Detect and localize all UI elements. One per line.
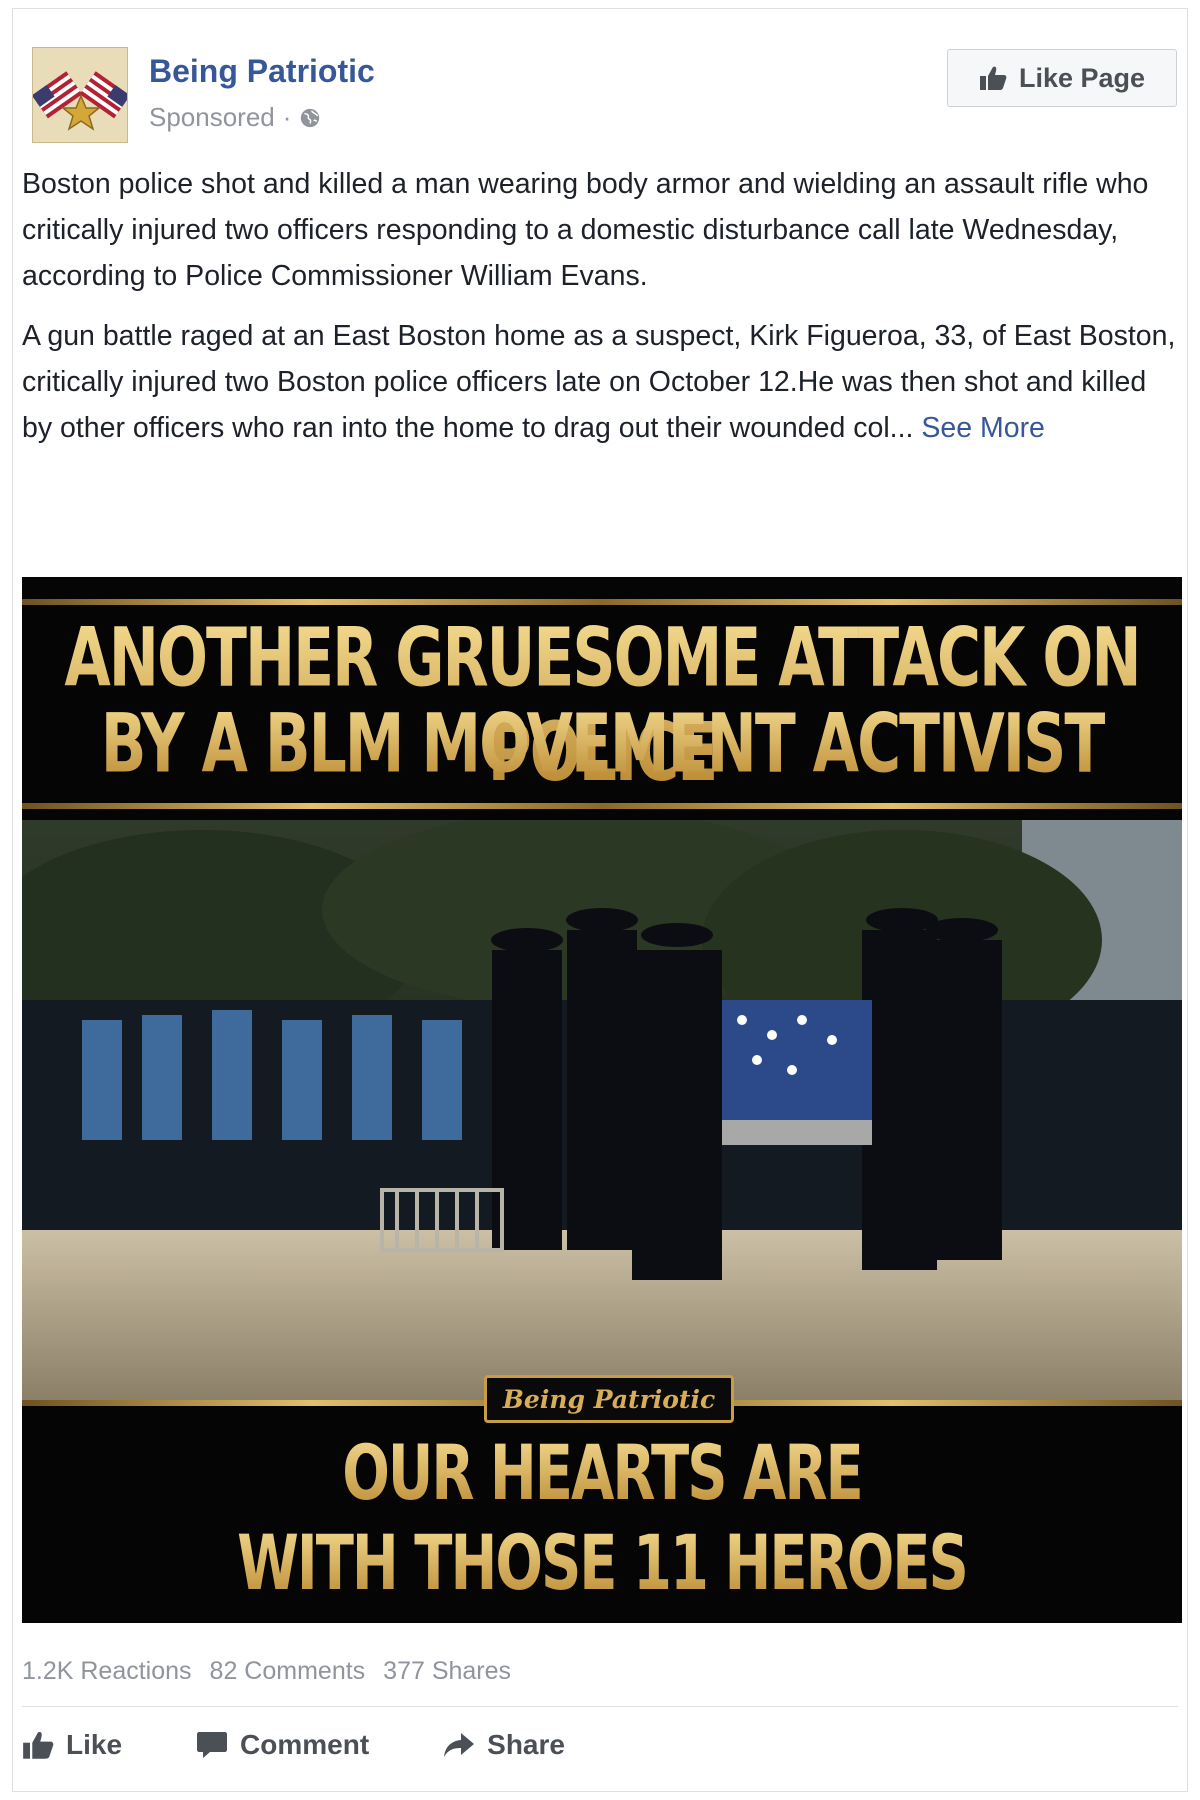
actions-divider bbox=[22, 1706, 1178, 1707]
see-more-link[interactable]: See More bbox=[921, 412, 1045, 444]
post-paragraph-1: Boston police shot and killed a man wear… bbox=[22, 168, 1149, 292]
thumbs-up-icon bbox=[23, 1732, 54, 1759]
sponsored-label[interactable]: Sponsored bbox=[149, 102, 275, 133]
like-page-button[interactable]: Like Page bbox=[947, 49, 1177, 107]
funeral-procession-photo bbox=[22, 820, 1182, 1400]
gold-divider-top bbox=[22, 599, 1182, 605]
comment-icon bbox=[197, 1732, 228, 1758]
share-label: Share bbox=[487, 1729, 565, 1760]
image-footer-line-1: OUR HEARTS ARE bbox=[22, 1430, 1182, 1518]
share-button[interactable]: Share bbox=[443, 1729, 565, 1761]
thumbs-up-icon bbox=[979, 66, 1007, 90]
like-button[interactable]: Like bbox=[22, 1729, 122, 1761]
sponsored-post-card: Being Patriotic Sponsored · Like Page Bo… bbox=[12, 8, 1188, 1792]
page-name-link[interactable]: Being Patriotic bbox=[149, 53, 375, 90]
post-meta: Sponsored · bbox=[149, 102, 321, 133]
shares-count[interactable]: 377 Shares bbox=[383, 1657, 511, 1686]
post-header: Being Patriotic Sponsored · Like Page bbox=[22, 37, 1178, 147]
flags-avatar-icon bbox=[33, 48, 127, 142]
post-body: Boston police shot and killed a man wear… bbox=[22, 161, 1182, 465]
image-watermark: Being Patriotic bbox=[484, 1375, 734, 1423]
like-page-label: Like Page bbox=[1018, 62, 1146, 93]
post-paragraph-2: A gun battle raged at an East Boston hom… bbox=[22, 313, 1182, 451]
globe-icon bbox=[301, 108, 320, 127]
meta-separator: · bbox=[282, 102, 292, 132]
comment-label: Comment bbox=[240, 1729, 370, 1760]
post-actions: Like Comment Share bbox=[22, 1729, 565, 1761]
gold-divider-middle bbox=[22, 803, 1182, 809]
share-arrow-icon bbox=[444, 1733, 475, 1757]
page-avatar[interactable] bbox=[32, 47, 128, 143]
post-image[interactable]: ANOTHER GRUESOME ATTACK ON POLICE BY A B… bbox=[22, 577, 1182, 1623]
image-bottom-banner: OUR HEARTS ARE WITH THOSE 11 HEROES bbox=[22, 1400, 1182, 1623]
reactions-count[interactable]: 1.2K Reactions bbox=[22, 1657, 192, 1686]
image-footer-line-2: WITH THOSE 11 HEROES bbox=[22, 1520, 1182, 1608]
like-label: Like bbox=[66, 1729, 123, 1760]
comment-button[interactable]: Comment bbox=[196, 1729, 369, 1761]
image-headline-line-2: BY A BLM MOVEMENT ACTIVIST bbox=[22, 697, 1182, 792]
image-top-banner: ANOTHER GRUESOME ATTACK ON POLICE BY A B… bbox=[22, 577, 1182, 820]
comments-count[interactable]: 82 Comments bbox=[210, 1657, 366, 1686]
engagement-stats: 1.2K Reactions 82 Comments 377 Shares bbox=[22, 1657, 511, 1686]
